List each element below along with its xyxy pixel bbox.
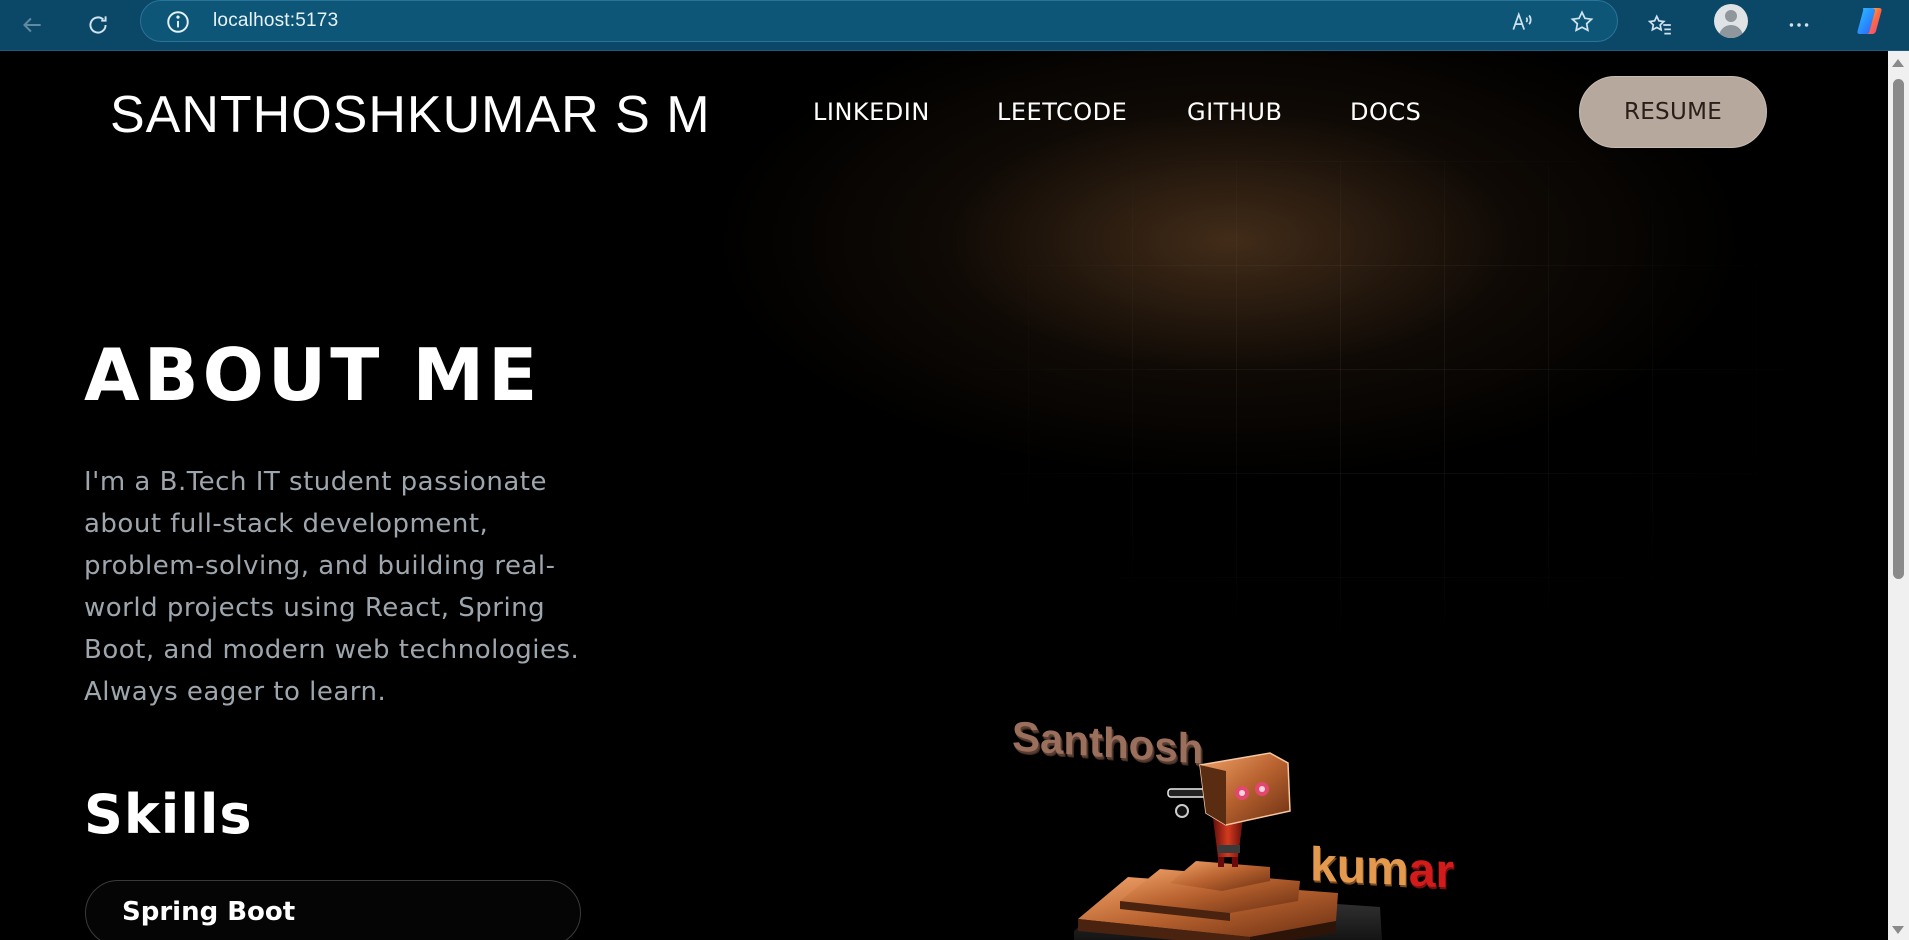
- favorites-icon[interactable]: [1640, 6, 1680, 44]
- site-info-icon[interactable]: [165, 9, 191, 35]
- copilot-icon[interactable]: [1854, 4, 1888, 38]
- read-aloud-icon[interactable]: [1509, 9, 1535, 35]
- robot-3d-scene[interactable]: Santhosh kumar: [1000, 661, 1470, 940]
- nav-linkedin[interactable]: LINKEDIN: [813, 98, 930, 126]
- nav-leetcode[interactable]: LEETCODE: [997, 98, 1127, 126]
- about-line: Always eager to learn.: [84, 677, 387, 707]
- back-icon[interactable]: [12, 6, 52, 44]
- about-description: I'm a B.Tech IT student passionate about…: [84, 461, 584, 713]
- skill-card[interactable]: Spring Boot: [85, 880, 581, 940]
- resume-button[interactable]: RESUME: [1579, 76, 1767, 148]
- scroll-up-icon[interactable]: [1892, 59, 1904, 67]
- about-line: I'm a B.Tech IT student passionate: [84, 467, 547, 497]
- skills-title: Skills: [84, 783, 253, 846]
- about-line: about full-stack development,: [84, 509, 489, 539]
- profile-avatar[interactable]: [1714, 4, 1748, 38]
- skill-label: Spring Boot: [122, 897, 296, 927]
- page-scrollbar[interactable]: [1888, 51, 1909, 940]
- scroll-down-icon[interactable]: [1892, 926, 1904, 934]
- site-brand[interactable]: SANTHOSHKUMAR S M: [110, 85, 711, 145]
- nav-docs[interactable]: DOCS: [1350, 98, 1421, 126]
- browser-toolbar: localhost:5173: [0, 0, 1909, 51]
- url-text: localhost:5173: [213, 10, 339, 31]
- refresh-icon[interactable]: [78, 6, 118, 44]
- scroll-thumb[interactable]: [1893, 79, 1904, 579]
- more-options-icon[interactable]: [1779, 6, 1819, 44]
- nav-github[interactable]: GITHUB: [1187, 98, 1282, 126]
- about-line: Boot, and modern web technologies.: [84, 635, 580, 665]
- address-bar[interactable]: localhost:5173: [140, 0, 1618, 42]
- about-title: ABOUT ME: [84, 333, 542, 417]
- about-line: world projects using React, Spring: [84, 593, 546, 623]
- portfolio-page: SANTHOSHKUMAR S M LINKEDIN LEETCODE GITH…: [0, 51, 1888, 940]
- about-line: problem-solving, and building real-: [84, 551, 556, 581]
- robot-illustration: [1074, 752, 1382, 940]
- favorite-star-icon[interactable]: [1569, 9, 1595, 35]
